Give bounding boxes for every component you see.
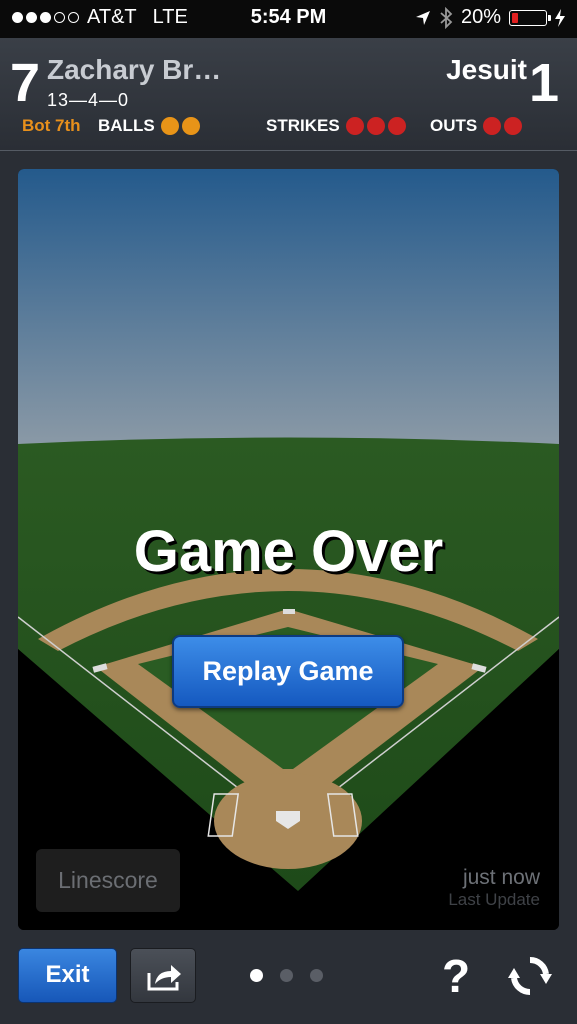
balls-pips [160, 117, 200, 135]
home-team-name: Jesuit [446, 54, 527, 85]
ball-pip [181, 117, 200, 135]
away-score: 7 [10, 53, 41, 113]
exit-button[interactable]: Exit [18, 948, 117, 1003]
bluetooth-icon [440, 6, 453, 29]
balls-label: BALLS [98, 116, 155, 135]
out-pip [504, 117, 523, 135]
page-dot[interactable] [280, 969, 293, 982]
help-icon[interactable]: ? [438, 950, 474, 1002]
out-pip [483, 117, 502, 135]
count-row: Bot 7th BALLS STRIKES OUTS [22, 116, 562, 140]
balls-indicator: BALLS [98, 116, 200, 136]
home-score: 1 [528, 53, 559, 113]
share-icon [147, 965, 181, 991]
status-right: 20% [415, 6, 565, 29]
sky [18, 169, 559, 444]
away-team-name: Zachary Br… [47, 54, 222, 85]
last-update: just now Last Update [448, 866, 540, 910]
outs-pips [483, 117, 523, 135]
game-over-title: Game Over [133, 519, 444, 584]
status-bar: AT&T LTE 5:54 PM 20% [0, 0, 577, 38]
battery-icon [509, 9, 551, 26]
strike-pip [345, 117, 364, 135]
away-team-record: 13—4—0 [47, 90, 130, 110]
battery-percent: 20% [460, 6, 501, 28]
replay-game-button[interactable]: Replay Game [172, 635, 404, 708]
second-base [283, 609, 295, 614]
page-indicator[interactable] [250, 969, 323, 982]
page-dot[interactable] [310, 969, 323, 982]
last-update-label: Last Update [448, 890, 540, 909]
location-arrow-icon [415, 10, 430, 25]
linescore-button[interactable]: Linescore [36, 849, 180, 912]
strike-pip [366, 117, 385, 135]
strikes-pips [345, 117, 406, 135]
page-dot[interactable] [250, 969, 263, 982]
share-button[interactable] [130, 948, 196, 1003]
strikes-indicator: STRIKES [266, 116, 406, 136]
inning-label: Bot 7th [22, 116, 81, 135]
refresh-icon[interactable] [506, 952, 554, 1000]
outs-indicator: OUTS [430, 116, 523, 136]
charging-bolt-icon [555, 8, 565, 27]
strikes-label: STRIKES [266, 116, 340, 135]
outs-label: OUTS [430, 116, 478, 135]
scoreboard: 7 Zachary Br… 13—4—0 Jesuit 1 Bot 7th BA… [0, 38, 577, 151]
strike-pip [387, 117, 406, 135]
ball-pip [160, 117, 179, 135]
last-update-time: just now [462, 866, 540, 889]
